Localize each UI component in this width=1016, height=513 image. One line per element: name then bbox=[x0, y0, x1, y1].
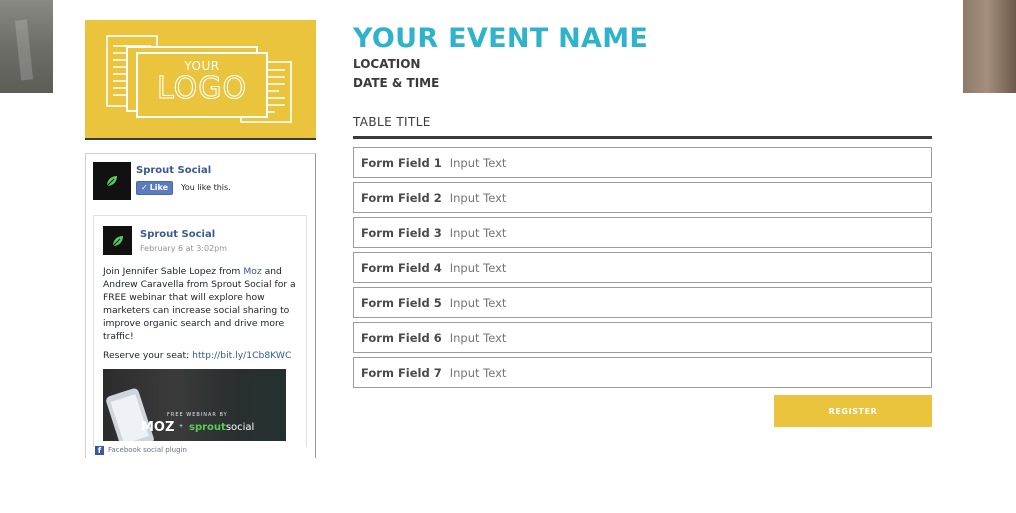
event-location: LOCATION bbox=[353, 57, 421, 71]
form-field-label: Form Field 5 bbox=[361, 295, 442, 310]
form-field-label: Form Field 4 bbox=[361, 260, 442, 275]
form-field-row[interactable]: Form Field 1 bbox=[353, 147, 932, 178]
sprout-leaf-icon bbox=[112, 235, 123, 246]
moz-link[interactable]: Moz bbox=[243, 266, 261, 277]
form-field-label: Form Field 3 bbox=[361, 225, 442, 240]
registration-form: Form Field 1 Form Field 2 Form Field 3 F… bbox=[353, 147, 932, 392]
register-button[interactable]: REGISTER bbox=[774, 395, 932, 427]
you-like-text: You like this. bbox=[181, 183, 231, 192]
like-label: Like bbox=[149, 183, 169, 192]
like-button[interactable]: ✓ Like bbox=[136, 181, 174, 195]
sprout-social-logo: sproutsocial bbox=[189, 422, 255, 433]
form-field-input[interactable] bbox=[449, 253, 931, 282]
table-title-divider bbox=[353, 136, 932, 139]
page-avatar[interactable] bbox=[93, 162, 131, 200]
event-title: YOUR EVENT NAME bbox=[353, 23, 649, 54]
form-field-input[interactable] bbox=[449, 218, 931, 247]
facebook-plugin-footer[interactable]: f Facebook social plugin bbox=[95, 444, 187, 456]
form-field-label: Form Field 2 bbox=[361, 190, 442, 205]
post-avatar[interactable] bbox=[103, 226, 132, 255]
background-photo-left bbox=[0, 0, 53, 93]
landing-page: YOUR LOGO Sprout Social ✓ Like You like t… bbox=[0, 0, 1016, 513]
form-field-row[interactable]: Form Field 4 bbox=[353, 252, 932, 283]
background-photo-right bbox=[963, 0, 1016, 93]
logo-graphic: YOUR LOGO bbox=[106, 35, 292, 123]
form-field-label: Form Field 7 bbox=[361, 365, 442, 380]
facebook-page-widget: Sprout Social ✓ Like You like this. Sprou… bbox=[85, 153, 316, 458]
moz-logo: MOZ bbox=[141, 420, 175, 435]
reserve-link[interactable]: http://bit.ly/1Cb8KWC bbox=[192, 350, 291, 361]
form-field-label: Form Field 1 bbox=[361, 155, 442, 170]
table-title: TABLE TITLE bbox=[353, 115, 431, 129]
page-name-link[interactable]: Sprout Social bbox=[136, 165, 211, 176]
facebook-post: Sprout Social February 6 at 3:02pm Join … bbox=[93, 215, 307, 447]
thumbs-up-icon: ✓ bbox=[141, 183, 148, 192]
form-field-input[interactable] bbox=[449, 358, 931, 387]
post-author-link[interactable]: Sprout Social bbox=[140, 229, 215, 240]
plus-sign: + bbox=[179, 423, 184, 430]
form-field-input[interactable] bbox=[449, 288, 931, 317]
form-field-row[interactable]: Form Field 6 bbox=[353, 322, 932, 353]
form-field-row[interactable]: Form Field 2 bbox=[353, 182, 932, 213]
svg-text:LOGO: LOGO bbox=[157, 71, 247, 106]
form-field-row[interactable]: Form Field 3 bbox=[353, 217, 932, 248]
sprout-leaf-icon bbox=[106, 176, 117, 187]
form-field-input[interactable] bbox=[449, 183, 931, 212]
post-body-text: and Andrew Caravella from Sprout Social … bbox=[103, 266, 296, 342]
facebook-page-header: Sprout Social ✓ Like You like this. bbox=[93, 162, 308, 202]
plugin-label: Facebook social plugin bbox=[108, 446, 187, 454]
event-datetime: DATE & TIME bbox=[353, 76, 440, 90]
form-field-input[interactable] bbox=[449, 148, 931, 177]
form-field-label: Form Field 6 bbox=[361, 330, 442, 345]
facebook-f-icon: f bbox=[95, 445, 104, 455]
post-body: Join Jennifer Sable Lopez from Moz and A… bbox=[103, 265, 303, 343]
post-date-link[interactable]: February 6 at 3:02pm bbox=[140, 244, 227, 253]
form-field-row[interactable]: Form Field 7 bbox=[353, 357, 932, 388]
webinar-tag: FREE WEBINAR BY bbox=[167, 412, 228, 418]
logo-placeholder: YOUR LOGO bbox=[85, 20, 316, 140]
post-image[interactable]: FREE WEBINAR BY MOZ + sproutsocial bbox=[103, 369, 286, 441]
form-field-input[interactable] bbox=[449, 323, 931, 352]
reserve-text: Reserve your seat: bbox=[103, 350, 193, 361]
post-reserve-line: Reserve your seat: http://bit.ly/1Cb8KWC bbox=[103, 349, 303, 362]
post-body-text: Join Jennifer Sable Lopez from bbox=[103, 266, 244, 277]
form-field-row[interactable]: Form Field 5 bbox=[353, 287, 932, 318]
